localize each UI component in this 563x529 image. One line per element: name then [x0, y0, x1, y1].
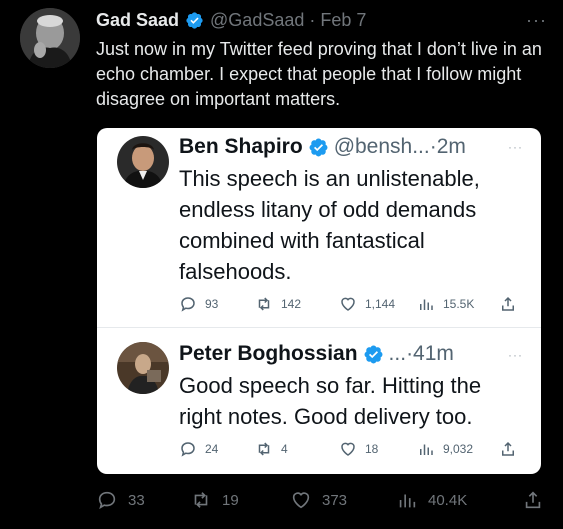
embedded-screenshot[interactable]: Ben Shapiro @bensh... ·2m ··· This speec…	[97, 128, 541, 474]
retweet-button[interactable]: 19	[190, 489, 239, 511]
like-icon	[341, 297, 355, 311]
embedded-retweet-count: 4	[281, 442, 288, 456]
separator: ·	[309, 10, 316, 30]
retweet-count: 19	[222, 491, 239, 509]
verified-badge-icon	[363, 344, 384, 365]
reply-icon	[98, 491, 116, 510]
like-button[interactable]: 373	[290, 489, 347, 511]
view-count: 40.4K	[428, 491, 468, 509]
author-handle[interactable]: @GadSaad	[210, 10, 304, 31]
embedded-actions: 24 4 18 9,032	[179, 440, 525, 460]
embedded-view-count: 15.5K	[443, 297, 475, 311]
views-icon	[420, 444, 433, 455]
author-avatar[interactable]	[20, 8, 80, 68]
retweet-icon	[258, 442, 270, 456]
views-icon	[399, 494, 416, 508]
embedded-time: ·2m	[429, 135, 466, 158]
tweet[interactable]: Gad Saad @GadSaad · Feb 7 ··· Just now i…	[0, 0, 563, 529]
views-button[interactable]: 40.4K	[396, 489, 467, 511]
embedded-tweet: Ben Shapiro @bensh... ·2m ··· This speec…	[97, 128, 541, 328]
embedded-share	[499, 440, 525, 458]
reply-count: 33	[128, 491, 145, 509]
reply-icon	[181, 297, 195, 312]
embedded-retweets: 4	[255, 440, 288, 458]
share-icon	[525, 491, 541, 509]
tweet-actions: 33 19 373 40.4K	[96, 489, 556, 515]
author-name[interactable]: Gad Saad	[96, 10, 179, 31]
embedded-header: Peter Boghossian ... ·41m	[179, 342, 454, 366]
share-icon	[502, 441, 514, 456]
like-icon	[292, 492, 310, 509]
embedded-share	[499, 295, 525, 313]
embedded-views: 9,032	[417, 440, 473, 458]
embedded-author-avatar	[117, 342, 169, 394]
embedded-replies: 93	[179, 295, 218, 313]
embedded-likes: 1,144	[339, 295, 395, 313]
embedded-author-avatar	[117, 136, 169, 188]
embedded-tweet-text: Good speech so far. Hitting the right no…	[179, 373, 482, 429]
embedded-author-handle: ...	[388, 342, 407, 365]
embedded-author-name: Peter Boghossian	[179, 342, 358, 365]
embedded-tweet-text: This speech is an unlistenable, endless …	[179, 166, 480, 284]
embedded-tweet: Peter Boghossian ... ·41m ··· Good speec…	[97, 332, 541, 474]
embedded-like-count: 1,144	[365, 297, 396, 311]
like-icon	[341, 442, 355, 456]
share-button[interactable]	[522, 489, 554, 511]
tweet-text: Just now in my Twitter feed proving that…	[96, 39, 542, 109]
more-icon[interactable]: ···	[526, 10, 547, 31]
like-count: 373	[322, 491, 348, 509]
reply-button[interactable]: 33	[96, 489, 145, 511]
embedded-retweets: 142	[255, 295, 301, 313]
embedded-like-count: 18	[365, 442, 379, 456]
embedded-reply-count: 24	[205, 442, 219, 456]
embedded-replies: 24	[179, 440, 218, 458]
embedded-time: ·41m	[406, 342, 454, 365]
more-icon: ···	[508, 348, 523, 362]
views-icon	[420, 299, 433, 310]
tweet-date[interactable]: Feb 7	[320, 10, 366, 31]
tweet-header: Gad Saad @GadSaad · Feb 7	[96, 10, 366, 31]
share-icon	[502, 296, 514, 311]
reply-icon	[181, 442, 195, 457]
embedded-actions: 93 142 1,144 15.5K	[179, 295, 525, 315]
embedded-header: Ben Shapiro @bensh... ·2m	[179, 135, 466, 159]
retweet-icon	[194, 492, 208, 508]
verified-badge-icon	[185, 11, 204, 30]
embedded-retweet-count: 142	[281, 297, 302, 311]
more-icon: ···	[508, 140, 523, 154]
embedded-author-handle: @bensh...	[333, 135, 430, 158]
embedded-reply-count: 93	[205, 297, 219, 311]
embedded-likes: 18	[339, 440, 378, 458]
embedded-author-name: Ben Shapiro	[179, 135, 303, 158]
retweet-icon	[258, 297, 270, 311]
embedded-view-count: 9,032	[443, 442, 474, 456]
embedded-views: 15.5K	[417, 295, 474, 313]
verified-badge-icon	[308, 137, 329, 158]
